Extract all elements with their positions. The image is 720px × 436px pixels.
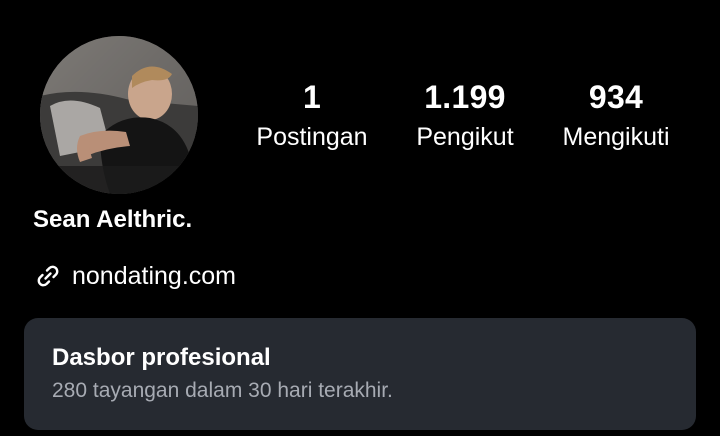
stat-following[interactable]: 934 Mengikuti [552, 78, 680, 152]
profile-name: Sean Aelthric. [33, 206, 193, 233]
link-icon [33, 261, 63, 291]
posts-label: Postingan [256, 123, 368, 151]
posts-count: 1 [302, 79, 322, 115]
dashboard-subtitle: 280 tayangan dalam 30 hari terakhir. [52, 379, 393, 402]
website-text: nondating.com [72, 262, 237, 290]
following-count: 934 [588, 79, 644, 115]
followers-label: Pengikut [416, 123, 514, 151]
stat-posts[interactable]: 1 Postingan [248, 78, 376, 152]
avatar-photo [40, 36, 198, 194]
avatar[interactable] [40, 36, 198, 194]
following-label: Mengikuti [562, 123, 670, 151]
stat-followers[interactable]: 1.199 Pengikut [408, 78, 522, 152]
followers-count: 1.199 [424, 79, 506, 115]
dashboard-title: Dasbor profesional [52, 344, 271, 371]
professional-dashboard-card[interactable]: Dasbor profesional 280 tayangan dalam 30… [24, 318, 696, 430]
website-link[interactable]: nondating.com [33, 258, 236, 294]
